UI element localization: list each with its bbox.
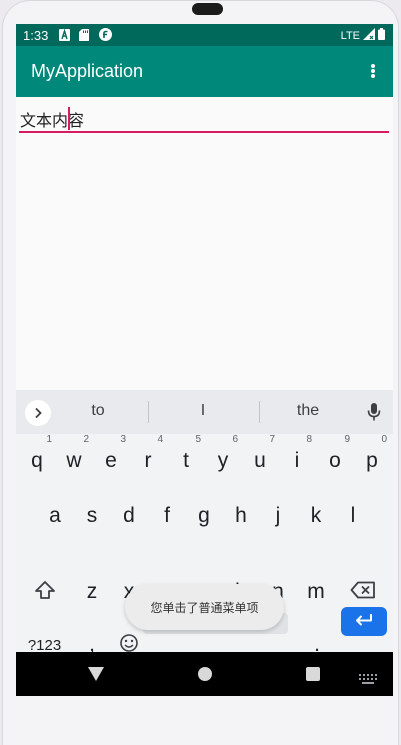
key-m[interactable]: m (299, 570, 333, 614)
key-l[interactable]: l (336, 494, 370, 538)
key-t[interactable]: t5 (169, 435, 203, 483)
toast-message: 您单击了普通菜单项 (125, 584, 284, 630)
key-k[interactable]: k (299, 494, 333, 538)
network-type: LTE (340, 29, 360, 42)
suggestion-strip: to I the (16, 390, 393, 434)
key-a[interactable]: a (38, 494, 72, 538)
key-p[interactable]: p0 (355, 435, 389, 483)
key-f[interactable]: f (150, 494, 184, 538)
app-title: MyApplication (31, 61, 144, 81)
status-time: 1:33 (23, 28, 49, 43)
key-o[interactable]: o9 (318, 435, 352, 483)
shift-key[interactable] (28, 570, 62, 614)
home-icon[interactable] (198, 667, 212, 681)
suggestion-3[interactable]: the (253, 402, 363, 420)
recent-apps-icon[interactable] (306, 667, 320, 681)
text-cursor (68, 107, 70, 130)
phone-screen: 1:33 LTE MyApplication 文本内容 to I the q 1… (16, 24, 393, 696)
status-bar: 1:33 LTE (16, 24, 393, 46)
backspace-icon (350, 581, 376, 603)
text-input-field[interactable]: 文本内容 (19, 106, 389, 133)
a-icon (59, 28, 70, 41)
key-i[interactable]: i8 (280, 435, 314, 483)
microphone-icon[interactable] (366, 401, 382, 423)
back-icon[interactable] (88, 666, 104, 685)
enter-key[interactable] (341, 607, 387, 636)
earpiece-speaker (192, 3, 223, 15)
signal-icon (363, 28, 375, 43)
keyboard-switch-icon[interactable] (359, 669, 377, 684)
text-input-value: 文本内容 (20, 111, 85, 130)
key-e[interactable]: e3 (94, 435, 128, 483)
more-vert-icon[interactable] (363, 60, 383, 82)
enter-icon (354, 612, 374, 631)
suggestion-1[interactable]: to (43, 402, 153, 420)
key-r[interactable]: r4 (131, 435, 165, 483)
suggestion-2[interactable]: I (148, 402, 258, 420)
key-y[interactable]: y6 (206, 435, 240, 483)
shift-icon (34, 580, 56, 604)
navigation-bar (16, 652, 393, 696)
f-logo-icon (99, 28, 112, 41)
battery-icon (378, 28, 385, 43)
status-right-group: LTE (341, 28, 385, 43)
app-bar: MyApplication (16, 46, 393, 97)
key-w[interactable]: w2 (57, 435, 91, 483)
key-z[interactable]: z (75, 570, 109, 614)
key-g[interactable]: g (187, 494, 221, 538)
key-q[interactable]: q1 (20, 435, 54, 483)
sd-card-icon (79, 29, 90, 41)
key-d[interactable]: d (112, 494, 146, 538)
key-h[interactable]: h (224, 494, 258, 538)
key-u[interactable]: u7 (243, 435, 277, 483)
key-s[interactable]: s (75, 494, 109, 538)
key-j[interactable]: j (261, 494, 295, 538)
